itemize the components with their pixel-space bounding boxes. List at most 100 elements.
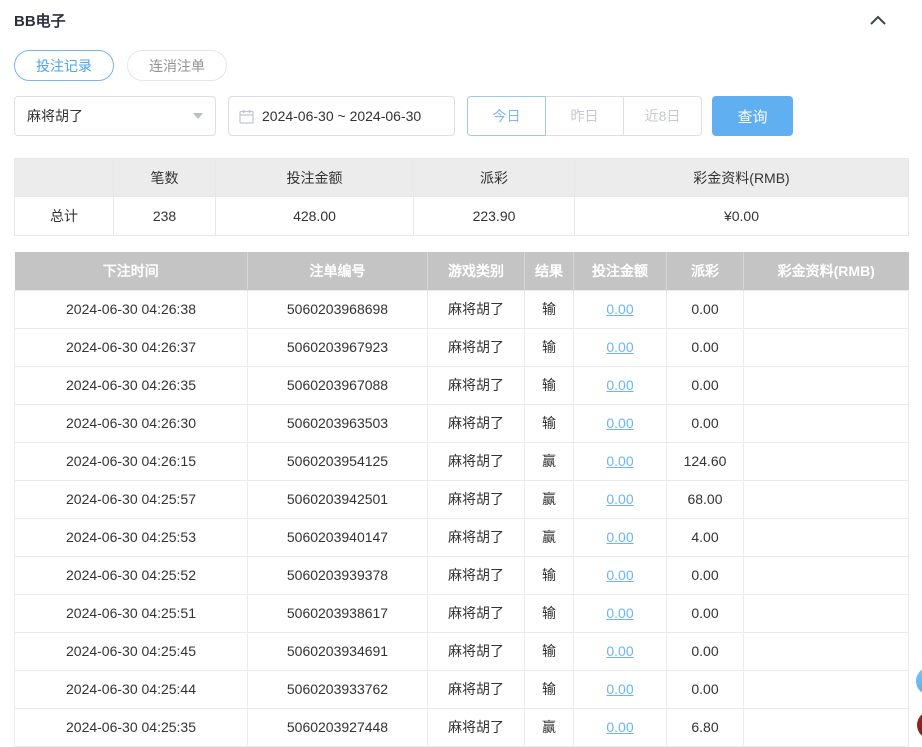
records-table: 下注时间 注单编号 游戏类别 结果 投注金额 派彩 彩金资料(RMB) 2024…	[14, 252, 909, 747]
bet-amount-link[interactable]: 0.00	[606, 719, 633, 735]
result-cell: 赢	[524, 517, 574, 557]
chevron-down-icon	[193, 113, 203, 119]
bet-amount-cell: 0.00	[573, 479, 667, 519]
records-header-payout: 派彩	[666, 252, 744, 290]
panel-header: BB电子	[14, 8, 908, 32]
summary-table: 笔数 投注金额 派彩 彩金资料(RMB) 总计 238 428.00 223.9…	[14, 158, 909, 236]
summary-header-row: 笔数 投注金额 派彩 彩金资料(RMB)	[14, 158, 909, 197]
bet-amount-cell: 0.00	[573, 403, 667, 443]
bet-time-cell: 2024-06-30 04:25:45	[14, 631, 248, 671]
collapse-panel-button[interactable]	[866, 8, 890, 32]
bet-amount-cell: 0.00	[573, 669, 667, 709]
date-range-input[interactable]: 2024-06-30 ~ 2024-06-30	[228, 96, 455, 136]
bet-amount-link[interactable]: 0.00	[606, 681, 633, 697]
records-header-bet-amount: 投注金额	[573, 252, 667, 290]
payout-cell: 124.60	[666, 441, 744, 481]
payout-cell: 0.00	[666, 593, 744, 633]
game-type-cell: 麻将胡了	[427, 441, 525, 481]
payout-cell: 0.00	[666, 365, 744, 405]
payout-cell: 0.00	[666, 669, 744, 709]
bonus-cell	[743, 441, 909, 481]
summary-header-bet-amount: 投注金额	[215, 158, 414, 197]
game-select-value: 麻将胡了	[27, 108, 83, 124]
tab-cancelled-orders[interactable]: 连消注单	[127, 50, 227, 81]
range-yesterday-button[interactable]: 昨日	[545, 96, 624, 136]
order-number-cell: 5060203954125	[247, 441, 428, 481]
records-header-game-type: 游戏类别	[427, 252, 525, 290]
search-button[interactable]: 查询	[712, 96, 793, 136]
records-header-result: 结果	[524, 252, 574, 290]
bet-amount-cell: 0.00	[573, 517, 667, 557]
bet-amount-link[interactable]: 0.00	[606, 491, 633, 507]
bet-amount-link[interactable]: 0.00	[606, 643, 633, 659]
bet-amount-link[interactable]: 0.00	[606, 605, 633, 621]
bonus-cell	[743, 327, 909, 367]
bonus-cell	[743, 289, 909, 329]
bet-time-cell: 2024-06-30 04:26:38	[14, 289, 248, 329]
bet-amount-link[interactable]: 0.00	[606, 529, 633, 545]
game-type-cell: 麻将胡了	[427, 669, 525, 709]
game-type-cell: 麻将胡了	[427, 403, 525, 443]
summary-header-empty	[14, 158, 114, 197]
game-type-cell: 麻将胡了	[427, 555, 525, 595]
bet-time-cell: 2024-06-30 04:25:52	[14, 555, 248, 595]
result-cell: 输	[524, 289, 574, 329]
summary-header-payout: 派彩	[413, 158, 575, 197]
record-type-tabs: 投注记录 连消注单	[14, 50, 908, 81]
order-number-cell: 5060203940147	[247, 517, 428, 557]
bet-amount-link[interactable]: 0.00	[606, 377, 633, 393]
bet-time-cell: 2024-06-30 04:25:44	[14, 669, 248, 709]
table-row: 2024-06-30 04:25:52 5060203939378 麻将胡了输 0.0…	[14, 555, 909, 595]
bonus-cell	[743, 593, 909, 633]
payout-cell: 4.00	[666, 517, 744, 557]
range-today-button[interactable]: 今日	[467, 96, 546, 136]
result-cell: 赢	[524, 707, 574, 747]
bet-amount-link[interactable]: 0.00	[606, 415, 633, 431]
bet-time-cell: 2024-06-30 04:26:37	[14, 327, 248, 367]
game-type-cell: 麻将胡了	[427, 289, 525, 329]
summary-header-bonus: 彩金资料(RMB)	[574, 158, 909, 197]
table-row: 2024-06-30 04:26:30 5060203963503 麻将胡了输 0.0…	[14, 403, 909, 443]
bonus-cell	[743, 631, 909, 671]
bet-time-cell: 2024-06-30 04:25:35	[14, 707, 248, 747]
bonus-cell	[743, 403, 909, 443]
page-title: BB电子	[14, 12, 66, 30]
summary-total-count: 238	[113, 196, 216, 236]
bet-amount-link[interactable]: 0.00	[606, 453, 633, 469]
order-number-cell: 5060203963503	[247, 403, 428, 443]
bet-amount-link[interactable]: 0.00	[606, 339, 633, 355]
bet-amount-link[interactable]: 0.00	[606, 567, 633, 583]
result-cell: 赢	[524, 441, 574, 481]
table-row: 2024-06-30 04:25:51 5060203938617 麻将胡了输 0.0…	[14, 593, 909, 633]
date-range-value: 2024-06-30 ~ 2024-06-30	[262, 108, 422, 124]
bet-amount-link[interactable]: 0.00	[606, 301, 633, 317]
payout-cell: 0.00	[666, 289, 744, 329]
result-cell: 输	[524, 365, 574, 405]
table-row: 2024-06-30 04:25:53 5060203940147 麻将胡了赢 0.0…	[14, 517, 909, 557]
bonus-cell	[743, 555, 909, 595]
bet-amount-cell: 0.00	[573, 555, 667, 595]
game-type-cell: 麻将胡了	[427, 327, 525, 367]
payout-cell: 0.00	[666, 631, 744, 671]
game-select[interactable]: 麻将胡了	[14, 96, 216, 136]
quick-range-group: 今日 昨日 近8日	[467, 96, 702, 136]
table-row: 2024-06-30 04:25:57 5060203942501 麻将胡了赢 0.0…	[14, 479, 909, 519]
result-cell: 输	[524, 327, 574, 367]
order-number-cell: 5060203938617	[247, 593, 428, 633]
summary-header-count: 笔数	[113, 158, 216, 197]
table-row: 2024-06-30 04:25:44 5060203933762 麻将胡了输 0.0…	[14, 669, 909, 709]
result-cell: 输	[524, 555, 574, 595]
summary-total-bonus: ¥0.00	[574, 196, 909, 236]
calendar-icon	[239, 109, 254, 124]
bet-time-cell: 2024-06-30 04:26:30	[14, 403, 248, 443]
game-type-cell: 麻将胡了	[427, 631, 525, 671]
bet-amount-cell: 0.00	[573, 631, 667, 671]
bet-amount-cell: 0.00	[573, 327, 667, 367]
tab-betting-records[interactable]: 投注记录	[14, 50, 114, 81]
range-last8days-button[interactable]: 近8日	[623, 96, 702, 136]
order-number-cell: 5060203967923	[247, 327, 428, 367]
records-header-order-number: 注单编号	[247, 252, 428, 290]
order-number-cell: 5060203939378	[247, 555, 428, 595]
game-type-cell: 麻将胡了	[427, 707, 525, 747]
result-cell: 输	[524, 403, 574, 443]
